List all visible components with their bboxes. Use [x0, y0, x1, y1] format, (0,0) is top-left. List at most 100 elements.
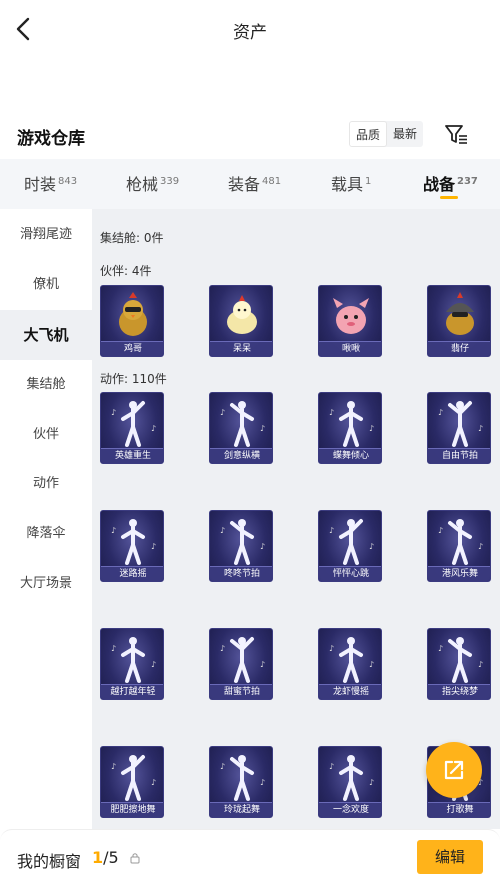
- pink-creature-icon: [333, 298, 369, 334]
- svg-text:♪: ♪: [260, 778, 265, 787]
- edit-button[interactable]: 编辑: [417, 840, 483, 874]
- tab-count: 237: [457, 175, 478, 187]
- dancer-icon: ♪♪: [111, 755, 156, 801]
- tab-guns[interactable]: 枪械 339: [126, 171, 179, 195]
- card-caption: 鸡哥: [101, 341, 163, 356]
- warehouse-header: 游戏仓库 品质 最新: [0, 118, 500, 154]
- svg-text:♪: ♪: [220, 408, 225, 417]
- partner-card[interactable]: 啾啾: [318, 285, 382, 357]
- filter-icon[interactable]: [442, 120, 470, 148]
- section-partners: 伙伴: 4件: [100, 264, 152, 278]
- svg-text:♪: ♪: [369, 542, 374, 551]
- svg-text:♪: ♪: [260, 424, 265, 433]
- tab-fashion[interactable]: 时装 843: [24, 171, 77, 195]
- warehouse-title: 游戏仓库: [17, 129, 85, 149]
- showcase-current: 1: [92, 848, 104, 867]
- svg-text:♪: ♪: [438, 526, 443, 535]
- card-caption: 呆呆: [210, 341, 272, 356]
- sidebar-item-big-plane[interactable]: 大飞机: [0, 310, 92, 360]
- tab-label: 装备: [228, 175, 261, 194]
- card-caption: 剑意纵横: [210, 448, 272, 463]
- category-tabs: 时装 843 枪械 339 装备 481 载具 1 战备 237: [0, 159, 500, 209]
- showcase-total: /5: [103, 848, 119, 867]
- action-card[interactable]: ♪ ♪ 港风乐舞: [427, 510, 491, 582]
- tab-count: 339: [160, 175, 180, 187]
- svg-text:♪: ♪: [260, 660, 265, 669]
- svg-text:♪: ♪: [151, 542, 156, 551]
- item-grid: 集结舱: 0件 伙伴: 4件 动作: 110件 鸡哥 呆呆 啾啾 翡仔 ♪ ♪ …: [92, 209, 500, 829]
- action-card[interactable]: ♪ ♪ 甜蜜节拍: [209, 628, 273, 700]
- dancer-icon: ♪♪: [220, 401, 265, 447]
- showcase-label: 我的橱窗: [17, 852, 82, 871]
- action-card[interactable]: ♪ ♪ 越打越年轻: [100, 628, 164, 700]
- dancer-icon: ♪♪: [111, 401, 156, 447]
- card-caption: 打歌舞: [428, 802, 490, 817]
- partner-card[interactable]: 翡仔: [427, 285, 491, 357]
- action-card[interactable]: ♪ ♪ 玲珑起舞: [209, 746, 273, 818]
- dancer-icon: ♪♪: [329, 755, 374, 801]
- top-bar: 资产: [0, 0, 500, 60]
- tab-battle-prep[interactable]: 战备 237: [423, 171, 478, 195]
- svg-text:♪: ♪: [438, 644, 443, 653]
- chicken-icon: [119, 292, 147, 336]
- svg-text:♪: ♪: [478, 660, 483, 669]
- tab-count: 481: [262, 175, 282, 187]
- sidebar: 滑翔尾迹 僚机 大飞机 集结舱 伙伴 动作 降落伞 大厅场景: [0, 209, 92, 829]
- sidebar-item-parachute[interactable]: 降落伞: [0, 509, 92, 559]
- sort-toggle: 品质 最新: [349, 121, 424, 147]
- action-card[interactable]: ♪ ♪ 龙虾慢摇: [318, 628, 382, 700]
- svg-text:♪: ♪: [329, 644, 334, 653]
- tab-equipment[interactable]: 装备 481: [228, 171, 281, 195]
- sort-latest-button[interactable]: 最新: [387, 121, 423, 147]
- tab-label: 枪械: [126, 175, 159, 194]
- svg-text:♪: ♪: [111, 644, 116, 653]
- svg-text:♪: ♪: [369, 660, 374, 669]
- svg-text:♪: ♪: [369, 424, 374, 433]
- tab-label: 载具: [331, 175, 364, 194]
- svg-text:♪: ♪: [111, 762, 116, 771]
- action-card[interactable]: ♪ ♪ 咚咚节拍: [209, 510, 273, 582]
- helmet-chick-icon: [446, 292, 474, 335]
- sidebar-item-glide-trail[interactable]: 滑翔尾迹: [0, 210, 92, 260]
- section-actions: 动作: 110件: [100, 372, 167, 386]
- tab-vehicles[interactable]: 载具 1: [331, 171, 371, 195]
- sidebar-item-wingman[interactable]: 僚机: [0, 260, 92, 310]
- sidebar-item-actions[interactable]: 动作: [0, 459, 92, 509]
- svg-text:♪: ♪: [478, 424, 483, 433]
- action-card[interactable]: ♪ ♪ 迷路摇: [100, 510, 164, 582]
- card-caption: 越打越年轻: [101, 684, 163, 699]
- dancer-icon: ♪♪: [111, 637, 156, 683]
- card-caption: 指尖绕梦: [428, 684, 490, 699]
- action-card[interactable]: ♪ ♪ 一念欢度: [318, 746, 382, 818]
- svg-text:♪: ♪: [329, 408, 334, 417]
- sort-quality-button[interactable]: 品质: [349, 121, 388, 147]
- action-card[interactable]: ♪ ♪ 英雄重生: [100, 392, 164, 464]
- partner-card[interactable]: 呆呆: [209, 285, 273, 357]
- dancer-icon: ♪♪: [438, 519, 483, 565]
- card-caption: 迷路摇: [101, 566, 163, 581]
- svg-text:♪: ♪: [151, 660, 156, 669]
- sidebar-item-assembly-pod[interactable]: 集结舱: [0, 360, 92, 410]
- action-card[interactable]: ♪ ♪ 自由节拍: [427, 392, 491, 464]
- bottom-bar: 我的橱窗 1/5 编辑: [0, 829, 500, 885]
- sidebar-item-partners[interactable]: 伙伴: [0, 410, 92, 460]
- partner-card[interactable]: 鸡哥: [100, 285, 164, 357]
- share-fab[interactable]: [426, 742, 482, 798]
- action-card[interactable]: ♪ ♪ 指尖绕梦: [427, 628, 491, 700]
- card-caption: 怦怦心跳: [319, 566, 381, 581]
- lock-icon: [130, 853, 140, 864]
- action-card[interactable]: ♪ ♪ 肥肥擦地舞: [100, 746, 164, 818]
- card-caption: 龙虾慢摇: [319, 684, 381, 699]
- share-icon: [444, 760, 464, 780]
- action-card[interactable]: ♪ ♪ 蝶舞倾心: [318, 392, 382, 464]
- action-card[interactable]: ♪ ♪ 剑意纵横: [209, 392, 273, 464]
- svg-text:♪: ♪: [111, 526, 116, 535]
- tab-count: 843: [58, 175, 78, 187]
- svg-text:♪: ♪: [111, 408, 116, 417]
- card-caption: 玲珑起舞: [210, 802, 272, 817]
- svg-text:♪: ♪: [151, 424, 156, 433]
- svg-text:♪: ♪: [220, 644, 225, 653]
- card-caption: 翡仔: [428, 341, 490, 356]
- sidebar-item-lobby-scene[interactable]: 大厅场景: [0, 559, 92, 609]
- action-card[interactable]: ♪ ♪ 怦怦心跳: [318, 510, 382, 582]
